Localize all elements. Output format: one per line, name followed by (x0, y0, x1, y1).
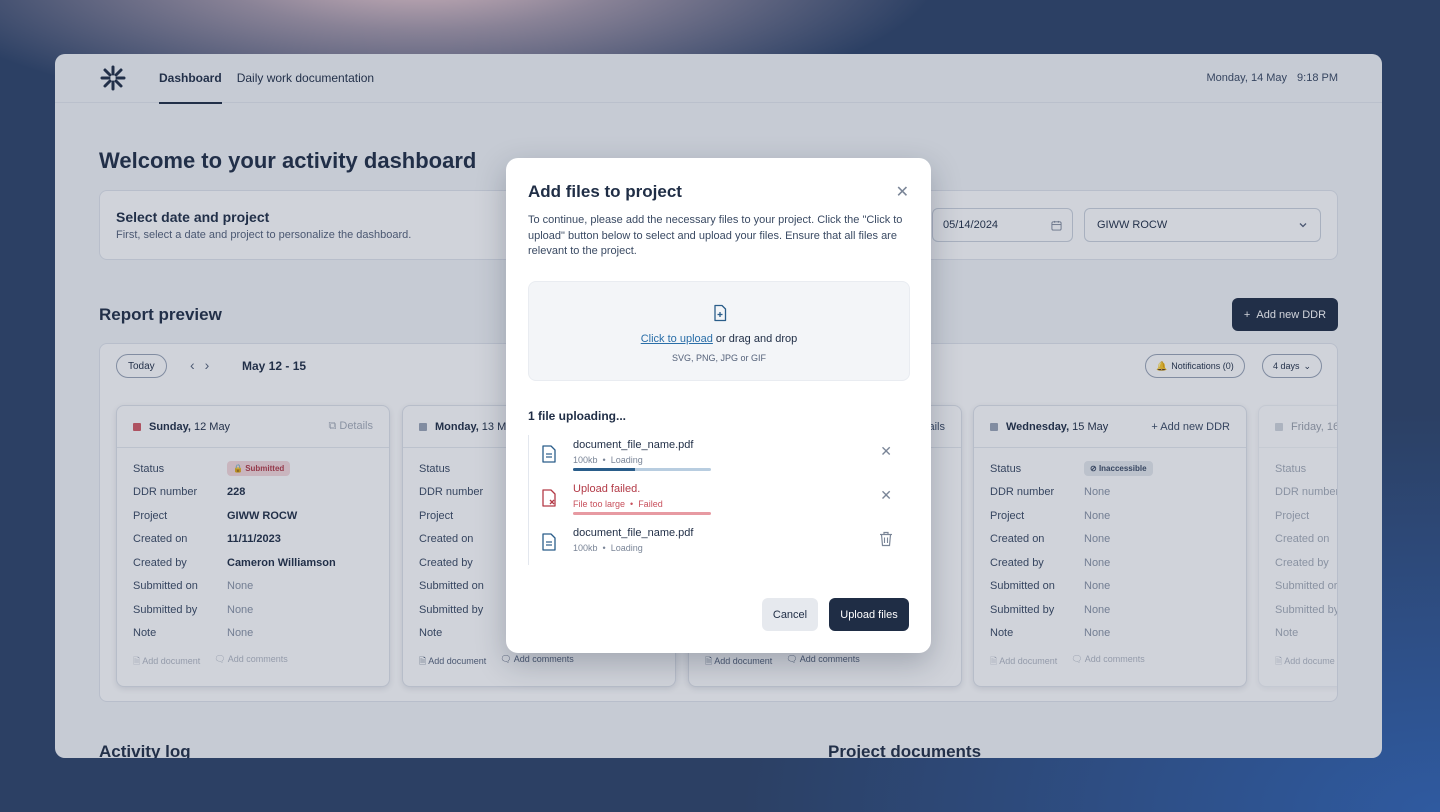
error-state: Failed (638, 499, 663, 509)
progress-bar (573, 512, 711, 515)
file-meta: 100kb • Loading (573, 455, 643, 465)
document-icon (542, 533, 556, 551)
close-icon[interactable]: ✕ (896, 182, 909, 202)
dropzone-text: Click to upload or drag and drop (529, 333, 909, 345)
file-plus-icon (714, 304, 727, 322)
error-title: Upload failed. (573, 483, 641, 495)
document-icon (542, 445, 556, 463)
file-error-icon (542, 489, 556, 507)
file-size: 100kb (573, 543, 598, 553)
remove-file-icon[interactable]: ✕ (880, 487, 892, 504)
file-size: 100kb (573, 455, 598, 465)
file-dropzone[interactable]: Click to upload or drag and drop SVG, PN… (528, 281, 910, 381)
trash-icon[interactable] (879, 531, 893, 547)
cancel-button[interactable]: Cancel (762, 598, 818, 631)
file-item-error: Upload failed. File too large • Failed ✕ (529, 479, 912, 519)
file-list: document_file_name.pdf 100kb • Loading ✕… (528, 435, 911, 565)
progress-fill (573, 512, 711, 515)
add-files-modal: Add files to project ✕ To continue, plea… (506, 158, 931, 653)
click-to-upload-link[interactable]: Click to upload (641, 333, 713, 345)
file-meta: 100kb • Loading (573, 543, 643, 553)
modal-title: Add files to project (528, 182, 682, 201)
file-item: document_file_name.pdf 100kb • Loading ✕ (529, 435, 912, 475)
drag-drop-text: or drag and drop (712, 333, 798, 345)
file-name: document_file_name.pdf (573, 439, 694, 451)
file-name: document_file_name.pdf (573, 527, 694, 539)
file-item: document_file_name.pdf 100kb • Loading (529, 523, 912, 563)
uploading-status: 1 file uploading... (528, 409, 627, 423)
remove-file-icon[interactable]: ✕ (880, 443, 892, 460)
progress-bar (573, 468, 711, 471)
modal-description: To continue, please add the necessary fi… (528, 214, 903, 257)
error-reason: File too large (573, 499, 626, 509)
file-state: Loading (610, 455, 643, 465)
progress-fill (573, 468, 636, 471)
error-meta: File too large • Failed (573, 499, 663, 509)
upload-files-button[interactable]: Upload files (829, 598, 909, 631)
allowed-formats: SVG, PNG, JPG or GIF (671, 353, 767, 363)
file-state: Loading (610, 543, 643, 553)
